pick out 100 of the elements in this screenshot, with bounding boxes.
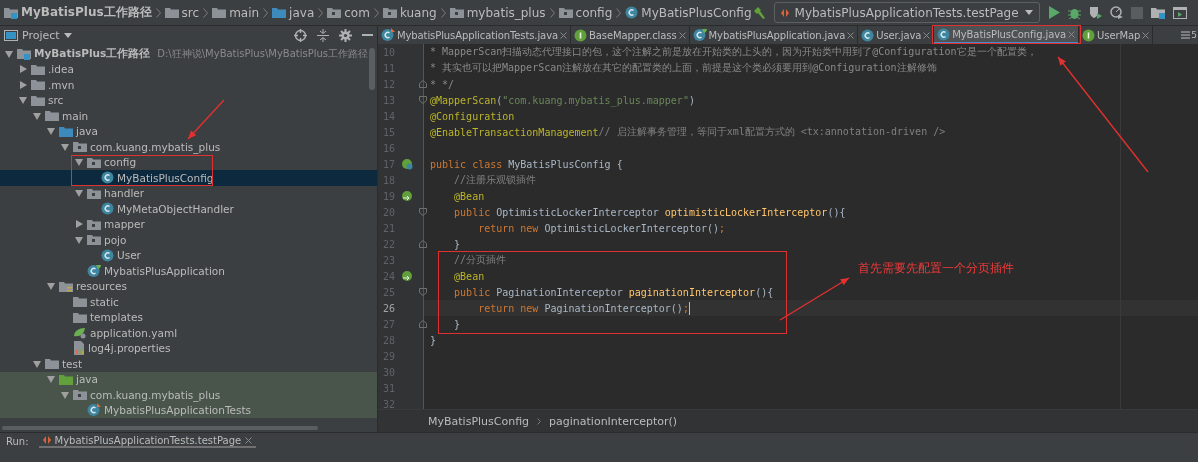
- chevron-icon: [318, 7, 324, 18]
- tree-item[interactable]: handler: [0, 185, 377, 201]
- chevron-icon: [203, 7, 209, 18]
- tree-item[interactable]: templates: [0, 309, 377, 325]
- project-view-selector[interactable]: Project: [4, 28, 72, 42]
- breadcrumb-item[interactable]: com: [327, 5, 370, 20]
- shield-icon: [1088, 6, 1102, 19]
- code-line: return new OptimisticLockerInterceptor();: [477, 222, 726, 234]
- code-line: //注册乐观锁插件: [453, 173, 537, 187]
- chevron-icon: [549, 7, 555, 18]
- chevron-icon: [263, 7, 269, 18]
- package-folder-icon: [87, 233, 101, 247]
- close-icon: [1142, 31, 1150, 39]
- tree-item[interactable]: MyMetaObjectHandler: [0, 201, 377, 217]
- package-folder-icon: [558, 6, 573, 19]
- tree-item[interactable]: config: [0, 154, 377, 170]
- caret-icon: [1024, 10, 1033, 15]
- tree-item[interactable]: src: [0, 92, 377, 108]
- chevron-icon: [537, 417, 542, 425]
- minimize-icon: [362, 33, 373, 37]
- package-folder-icon: [87, 155, 101, 169]
- code-line: public OptimisticLockerInterceptor optimisticLockerInterceptor(){: [453, 206, 846, 218]
- folder-icon: [31, 78, 45, 92]
- code-line: return new PaginationInterceptor();: [477, 301, 690, 315]
- tree-item[interactable]: MyBatisPlusConfig: [0, 170, 377, 186]
- tree-item[interactable]: main: [0, 108, 377, 124]
- code-line: //分页插件: [453, 253, 507, 267]
- tree-item[interactable]: application.yaml: [0, 325, 377, 341]
- run-config-icon: [42, 435, 51, 445]
- window-icon: [1172, 6, 1187, 19]
- code-line: @Bean: [453, 190, 485, 202]
- tree-item[interactable]: log4j.properties: [0, 340, 377, 356]
- breadcrumb-item[interactable]: config: [558, 5, 613, 20]
- folder-icon: [31, 93, 45, 107]
- code-line: }: [429, 334, 437, 346]
- tree-item[interactable]: resources: [0, 278, 377, 294]
- class-icon: [937, 27, 951, 41]
- code-line: * 其实也可以把MapperScan注解放在其它的配置类的上面，前提是这个类必须要用到@Configuration注解修饰: [429, 61, 937, 75]
- breadcrumb-item[interactable]: src: [164, 5, 200, 20]
- class-icon: [101, 248, 114, 262]
- annotation-arrow: [187, 99, 225, 140]
- run-configuration-dropdown[interactable]: MybatisPlusApplicationTests.testPage: [773, 2, 1040, 23]
- class-icon: [101, 171, 114, 185]
- tree-item[interactable]: test: [0, 356, 377, 372]
- breadcrumb-item[interactable]: paginationInterceptor(): [549, 414, 678, 428]
- chevron-icon: [155, 7, 161, 18]
- close-icon: [923, 31, 931, 39]
- package-folder-icon: [327, 6, 342, 19]
- tree-item[interactable]: mapper: [0, 216, 377, 232]
- tree-item[interactable]: java: [0, 371, 377, 387]
- code-line: public PaginationInterceptor paginationInterceptor(){: [453, 286, 774, 298]
- close-icon: [1068, 30, 1076, 38]
- breadcrumb-item[interactable]: mybatis_plus: [449, 5, 546, 20]
- list-icon: [1181, 31, 1191, 39]
- tree-item[interactable]: com.kuang.mybatis_plus: [0, 139, 377, 155]
- close-icon: [560, 31, 567, 39]
- module-folder-icon: [4, 6, 18, 19]
- editor-tab[interactable]: MyBatisPlusConfig.java: [934, 26, 1080, 44]
- breadcrumb-item[interactable]: main: [212, 5, 260, 20]
- breadcrumb-item[interactable]: MyBatisPlus工作路径: [4, 4, 152, 21]
- panel-icon: [4, 29, 18, 41]
- caret-icon: [63, 32, 72, 38]
- package-folder-icon: [449, 6, 464, 19]
- path-hint: D:\狂神说\MyBatisPlus\MyBatisPlus工作路径: [157, 46, 369, 61]
- close-icon: [245, 436, 253, 444]
- class-icon: [861, 28, 875, 42]
- spring-class-icon: [87, 263, 101, 278]
- code-line: }: [453, 238, 461, 250]
- breadcrumb-item[interactable]: MyBatisPlusConfig: [428, 414, 530, 428]
- breadcrumb-item[interactable]: java: [272, 5, 315, 20]
- settings-icon: [339, 28, 352, 42]
- breadcrumb-item[interactable]: kuang: [382, 5, 437, 20]
- tree-item[interactable]: MyBatisPlus工作路径 D:\狂神说\MyBatisPlus\MyBatisPlus工作路径: [0, 46, 377, 62]
- fold-icon: [419, 240, 427, 248]
- line-number: 26: [383, 302, 397, 314]
- folder-icon: [272, 6, 287, 19]
- code-line: @MapperScan("com.kuang.mybatis_plus.mapper"): [429, 94, 695, 106]
- package-folder-icon: [73, 388, 87, 402]
- tree-item[interactable]: .mvn: [0, 77, 377, 93]
- code-line: }: [453, 318, 461, 330]
- tree-item[interactable]: com.kuang.mybatis_plus: [0, 387, 377, 403]
- tab-overflow-menu[interactable]: 5: [1180, 26, 1198, 44]
- scrollbar[interactable]: [369, 48, 375, 90]
- fold-icon: [419, 288, 427, 296]
- tree-item[interactable]: .idea: [0, 61, 377, 77]
- folder-icon: [73, 295, 87, 309]
- tree-item[interactable]: User: [0, 247, 377, 263]
- fold-icon: [419, 208, 427, 216]
- close-icon: [678, 31, 686, 39]
- breadcrumb-item[interactable]: MyBatisPlusConfig: [625, 5, 752, 20]
- tree-item[interactable]: MybatisPlusApplication: [0, 263, 377, 279]
- chevron-icon: [616, 7, 622, 18]
- run-tab[interactable]: MybatisPlusApplicationTests.testPage: [38, 434, 257, 448]
- tree-item[interactable]: static: [0, 294, 377, 310]
- module-folder-icon: [17, 47, 31, 61]
- stop-icon: [1130, 6, 1143, 19]
- tree-item[interactable]: java: [0, 123, 377, 139]
- tree-item[interactable]: pojo: [0, 232, 377, 248]
- package-folder-icon: [73, 140, 87, 154]
- code-line: @Bean: [453, 270, 485, 282]
